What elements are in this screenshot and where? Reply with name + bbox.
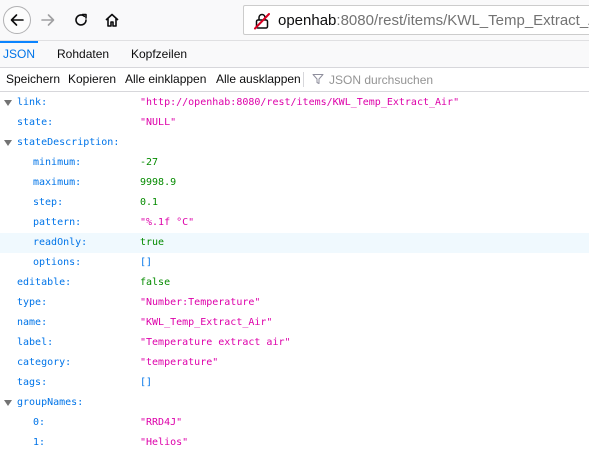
viewer-tabs: JSON Rohdaten Kopfzeilen: [0, 41, 589, 68]
json-key: label:: [17, 337, 54, 348]
json-value: []: [140, 257, 153, 268]
json-key: readOnly:: [33, 237, 88, 248]
url-text[interactable]: openhab:8080/rest/items/KWL_Temp_Extract…: [278, 12, 589, 29]
json-filter: [312, 68, 582, 91]
save-button[interactable]: Speichern: [6, 68, 60, 91]
json-key: editable:: [17, 277, 72, 288]
json-row[interactable]: groupNames:: [0, 393, 589, 413]
json-row[interactable]: maximum: 9998.9: [0, 173, 589, 193]
json-key: tags:: [17, 377, 48, 388]
json-value: 0.1: [140, 197, 159, 208]
json-key: stateDescription:: [17, 137, 120, 148]
json-row[interactable]: readOnly: true: [0, 233, 589, 253]
url-bar[interactable]: openhab:8080/rest/items/KWL_Temp_Extract…: [243, 5, 589, 35]
json-row[interactable]: name: "KWL_Temp_Extract_Air": [0, 313, 589, 333]
json-key: maximum:: [33, 177, 82, 188]
json-row[interactable]: tags: []: [0, 373, 589, 393]
json-value: "Temperature extract air": [140, 337, 291, 348]
url-path: :8080/rest/items/KWL_Temp_Extract_Air: [336, 12, 589, 29]
json-value: "RRD4J": [140, 417, 183, 428]
json-row[interactable]: options: []: [0, 253, 589, 273]
json-row[interactable]: minimum: -27: [0, 153, 589, 173]
json-value: 9998.9: [140, 177, 177, 188]
json-row[interactable]: type: "Number:Temperature": [0, 293, 589, 313]
back-button[interactable]: [3, 6, 31, 34]
json-key: state:: [17, 117, 54, 128]
forward-button[interactable]: [34, 6, 62, 34]
json-value: "KWL_Temp_Extract_Air": [140, 317, 273, 328]
json-filter-input[interactable]: [329, 68, 569, 91]
filter-icon: [312, 74, 324, 84]
expand-toggle-icon[interactable]: [4, 100, 12, 106]
json-row[interactable]: category: "temperature": [0, 353, 589, 373]
arrow-left-icon: [10, 14, 24, 26]
toolbar-divider: [303, 72, 304, 87]
json-row[interactable]: 1: "Helios": [0, 433, 589, 453]
json-value: "temperature": [140, 357, 219, 368]
home-icon: [105, 13, 119, 27]
expand-all-button[interactable]: Alle ausklappen: [216, 68, 301, 91]
json-row[interactable]: label: "Temperature extract air": [0, 333, 589, 353]
json-key: step:: [33, 197, 64, 208]
tab-headers[interactable]: Kopfzeilen: [131, 41, 187, 67]
reload-button[interactable]: [67, 6, 95, 34]
json-value: "%.1f °C": [140, 217, 195, 228]
json-row[interactable]: state: "NULL": [0, 113, 589, 133]
insecure-lock-icon[interactable]: [253, 12, 271, 30]
json-value: false: [140, 277, 171, 288]
json-key: name:: [17, 317, 48, 328]
json-key: type:: [17, 297, 48, 308]
json-key: category:: [17, 357, 72, 368]
json-key: minimum:: [33, 157, 82, 168]
json-row[interactable]: stateDescription:: [0, 133, 589, 153]
json-key: options:: [33, 257, 82, 268]
tab-json[interactable]: JSON: [0, 41, 38, 67]
json-value: []: [140, 377, 153, 388]
home-button[interactable]: [98, 6, 126, 34]
arrow-right-icon: [41, 14, 55, 26]
browser-nav-bar: openhab:8080/rest/items/KWL_Temp_Extract…: [0, 0, 589, 41]
json-value: -27: [140, 157, 159, 168]
json-key: groupNames:: [17, 397, 84, 408]
json-value: "Helios": [140, 437, 189, 448]
json-value: "Number:Temperature": [140, 297, 261, 308]
collapse-all-button[interactable]: Alle einklappen: [125, 68, 206, 91]
json-value: true: [140, 237, 165, 248]
url-host: openhab: [278, 12, 337, 29]
json-value: "NULL": [140, 117, 177, 128]
json-toolbar: Speichern Kopieren Alle einklappen Alle …: [0, 68, 589, 92]
json-key: 1:: [33, 437, 46, 448]
json-row[interactable]: 0: "RRD4J": [0, 413, 589, 433]
expand-toggle-icon[interactable]: [4, 140, 12, 146]
json-key: link:: [17, 97, 48, 108]
copy-button[interactable]: Kopieren: [68, 68, 116, 91]
json-key: 0:: [33, 417, 46, 428]
reload-icon: [75, 13, 87, 26]
json-key: pattern:: [33, 217, 82, 228]
json-row[interactable]: link: "http://openhab:8080/rest/items/KWL…: [0, 93, 589, 113]
json-value: "http://openhab:8080/rest/items/KWL_Temp…: [140, 97, 460, 108]
expand-toggle-icon[interactable]: [4, 400, 12, 406]
json-row[interactable]: editable: false: [0, 273, 589, 293]
tab-raw-data[interactable]: Rohdaten: [57, 41, 109, 67]
json-row[interactable]: pattern: "%.1f °C": [0, 213, 589, 233]
json-row[interactable]: step: 0.1: [0, 193, 589, 213]
json-tree: link: "http://openhab:8080/rest/items/KWL…: [0, 93, 589, 453]
